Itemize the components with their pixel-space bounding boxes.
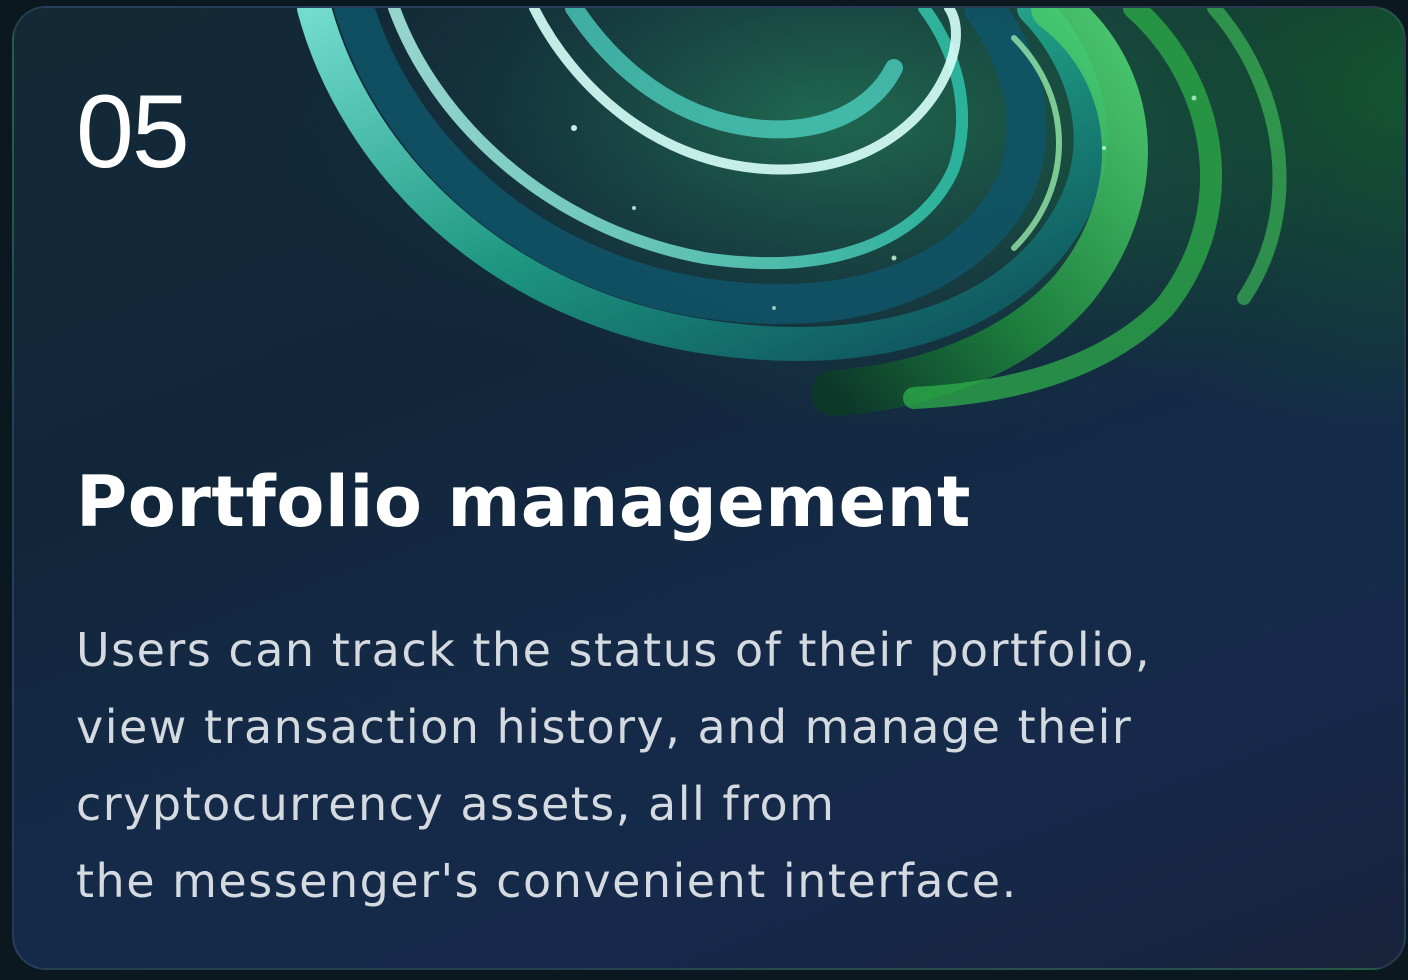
abstract-glass-swirl-icon xyxy=(294,8,1334,428)
description-line: the messenger's convenient interface. xyxy=(76,854,1018,908)
feature-card: 05 Portfolio management Users can track … xyxy=(12,6,1406,970)
description-line: cryptocurrency assets, all from xyxy=(76,777,836,831)
description-line: Users can track the status of their port… xyxy=(76,623,1152,677)
card-title: Portfolio management xyxy=(76,461,971,543)
step-number: 05 xyxy=(76,74,190,190)
card-description: Users can track the status of their port… xyxy=(76,612,1386,920)
description-line: view transaction history, and manage the… xyxy=(76,700,1133,754)
page: 05 Portfolio management Users can track … xyxy=(0,0,1408,980)
